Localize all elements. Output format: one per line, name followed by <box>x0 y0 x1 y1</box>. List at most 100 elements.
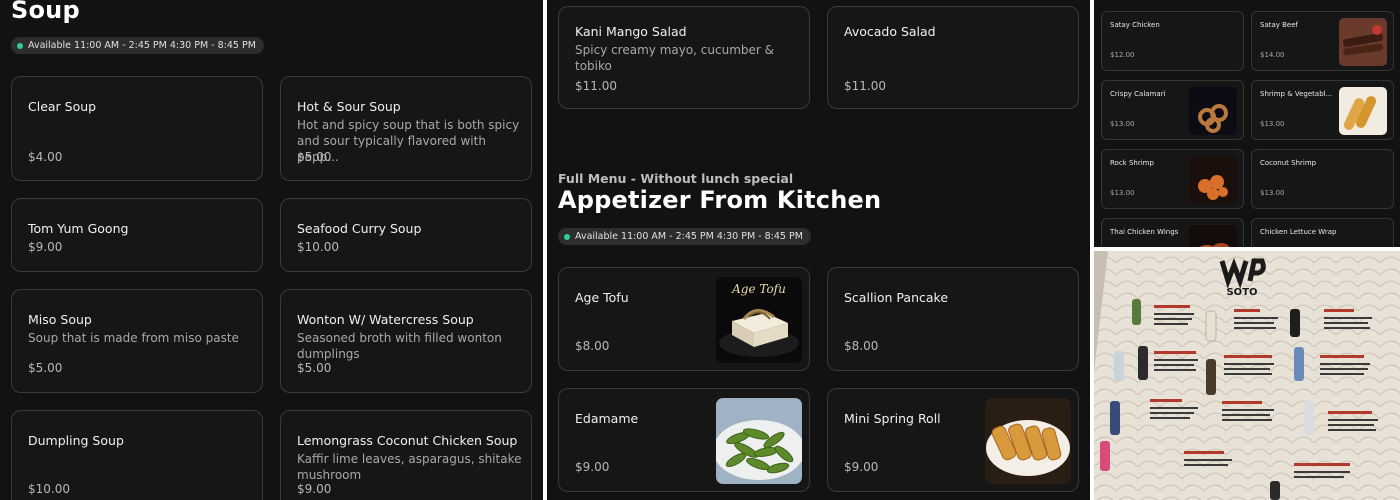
availability-text: Available 11:00 AM - 2:45 PM 4:30 PM - 8… <box>28 40 256 51</box>
item-name: Tom Yum Goong <box>28 221 129 236</box>
menu-item-card[interactable]: Miso Soup Soup that is made from miso pa… <box>11 289 263 393</box>
item-price: $12.00 <box>1110 51 1135 59</box>
item-price: $9.00 <box>297 482 332 496</box>
menu-item-card[interactable]: Edamame $9.00 <box>558 388 810 492</box>
item-price: $4.00 <box>28 150 63 164</box>
menu-item-card[interactable]: Seafood Curry Soup $10.00 <box>280 198 532 272</box>
item-price: $8.00 <box>575 339 610 353</box>
menu-item-card[interactable]: Satay Chicken $12.00 <box>1101 11 1244 71</box>
item-name: Thai Chicken Wings <box>1110 228 1179 236</box>
soup-menu-panel: Soup Available 11:00 AM - 2:45 PM 4:30 P… <box>0 0 543 500</box>
item-name: Satay Chicken <box>1110 21 1160 29</box>
item-name: Clear Soup <box>28 99 97 114</box>
photo-caption: Age Tofu <box>731 282 786 296</box>
availability-dot-icon <box>564 233 570 240</box>
item-price: $11.00 <box>575 79 617 93</box>
item-name: Mini Spring Roll <box>844 411 941 426</box>
item-price: $10.00 <box>28 482 70 496</box>
food-photo <box>1339 18 1387 66</box>
item-price: $14.00 <box>1260 51 1285 59</box>
item-price: $9.00 <box>575 460 610 474</box>
item-price: $9.00 <box>844 460 879 474</box>
food-photo <box>716 398 802 484</box>
age-tofu-photo: Age Tofu <box>716 277 802 363</box>
menu-item-card[interactable]: Satay Beef $14.00 <box>1251 11 1394 71</box>
item-description: Seasoned broth with filled wonton dumpli… <box>297 331 502 361</box>
availability-dot-icon <box>17 42 23 49</box>
item-name: Age Tofu <box>575 290 629 305</box>
menu-item-card[interactable]: Avocado Salad $11.00 <box>827 6 1079 109</box>
sake-menu-photo-image: SOTO <box>1094 251 1400 500</box>
sake-menu-brand: SOTO <box>1226 287 1257 298</box>
item-name: Coconut Shrimp <box>1260 159 1317 167</box>
menu-item-card[interactable]: Wonton W/ Watercress Soup Seasoned broth… <box>280 289 532 393</box>
food-photo <box>1189 225 1237 247</box>
item-name: Hot & Sour Soup <box>297 99 401 114</box>
menu-item-card[interactable]: Coconut Shrimp $13.00 <box>1251 149 1394 209</box>
section-subtitle: Full Menu - Without lunch special <box>558 171 794 186</box>
food-photo <box>1189 156 1237 204</box>
item-price: $13.00 <box>1110 120 1135 128</box>
item-price: $13.00 <box>1110 189 1135 197</box>
rock-shrimp-photo <box>1189 156 1237 204</box>
item-name: Rock Shrimp <box>1110 159 1154 167</box>
item-name: Scallion Pancake <box>844 290 949 305</box>
item-name: Satay Beef <box>1260 21 1299 29</box>
item-name: Dumpling Soup <box>28 433 124 448</box>
availability-badge: Available 11:00 AM - 2:45 PM 4:30 PM - 8… <box>558 228 811 245</box>
item-name: Lemongrass Coconut Chicken Soup <box>297 433 518 448</box>
item-description: Soup that is made from miso paste <box>28 331 239 345</box>
item-price: $13.00 <box>1260 189 1285 197</box>
item-price: $9.00 <box>28 240 63 254</box>
menu-item-card[interactable]: Shrimp & Vegetabl... $13.00 <box>1251 80 1394 140</box>
menu-item-card[interactable]: Chicken Lettuce Wrap <box>1251 218 1394 247</box>
section-title-appetizer: Appetizer From Kitchen <box>558 186 882 214</box>
appetizer-kitchen-panel: Kani Mango Salad Spicy creamy mayo, cucu… <box>547 0 1090 500</box>
menu-item-card[interactable]: Dumpling Soup $10.00 <box>11 410 263 500</box>
sake-menu-photo: SOTO <box>1094 251 1400 500</box>
food-photo: Age Tofu <box>716 277 802 363</box>
item-price: $5.00 <box>297 361 332 375</box>
item-name: Shrimp & Vegetabl... <box>1260 90 1333 98</box>
menu-item-card[interactable]: Scallion Pancake $8.00 <box>827 267 1079 371</box>
item-price: $5.00 <box>28 361 63 375</box>
item-name: Wonton W/ Watercress Soup <box>297 312 474 327</box>
availability-badge: Available 11:00 AM - 2:45 PM 4:30 PM - 8… <box>11 37 264 54</box>
item-price: $13.00 <box>1260 120 1285 128</box>
food-photo <box>1339 87 1387 135</box>
menu-item-card[interactable]: Rock Shrimp $13.00 <box>1101 149 1244 209</box>
item-name: Seafood Curry Soup <box>297 221 422 236</box>
appetizer-grid-panel: Satay Chicken $12.00 Satay Beef $14.00 C… <box>1094 0 1400 247</box>
chicken-wings-photo <box>1189 225 1237 247</box>
menu-item-card[interactable]: Thai Chicken Wings <box>1101 218 1244 247</box>
section-title-soup: Soup <box>11 0 80 24</box>
item-name: Crispy Calamari <box>1110 90 1166 98</box>
item-price: $10.00 <box>297 240 339 254</box>
menu-item-card[interactable]: Lemongrass Coconut Chicken Soup Kaffir l… <box>280 410 532 500</box>
item-name: Edamame <box>575 411 639 426</box>
shrimp-tempura-photo <box>1339 87 1387 135</box>
item-name: Avocado Salad <box>844 24 936 39</box>
menu-item-card[interactable]: Age Tofu $8.00 Age Tofu <box>558 267 810 371</box>
menu-item-card[interactable]: Kani Mango Salad Spicy creamy mayo, cucu… <box>558 6 810 109</box>
item-price: $5.00 <box>297 150 332 164</box>
spring-roll-photo <box>985 398 1071 484</box>
menu-item-card[interactable]: Hot & Sour Soup Hot and spicy soup that … <box>280 76 532 181</box>
food-photo <box>1189 87 1237 135</box>
calamari-photo <box>1189 87 1237 135</box>
item-description: Kaffir lime leaves, asparagus, shitake m… <box>297 452 522 482</box>
item-price: $8.00 <box>844 339 879 353</box>
availability-text: Available 11:00 AM - 2:45 PM 4:30 PM - 8… <box>575 231 803 242</box>
satay-beef-photo <box>1339 18 1387 66</box>
item-name: Chicken Lettuce Wrap <box>1260 228 1337 236</box>
menu-item-card[interactable]: Crispy Calamari $13.00 <box>1101 80 1244 140</box>
food-photo <box>985 398 1071 484</box>
edamame-photo <box>716 398 802 484</box>
item-name: Kani Mango Salad <box>575 24 687 39</box>
menu-item-card[interactable]: Clear Soup $4.00 <box>11 76 263 181</box>
menu-item-card[interactable]: Tom Yum Goong $9.00 <box>11 198 263 272</box>
item-name: Miso Soup <box>28 312 92 327</box>
menu-item-card[interactable]: Mini Spring Roll $9.00 <box>827 388 1079 492</box>
item-description: Spicy creamy mayo, cucumber & tobiko <box>575 43 775 73</box>
item-price: $11.00 <box>844 79 886 93</box>
